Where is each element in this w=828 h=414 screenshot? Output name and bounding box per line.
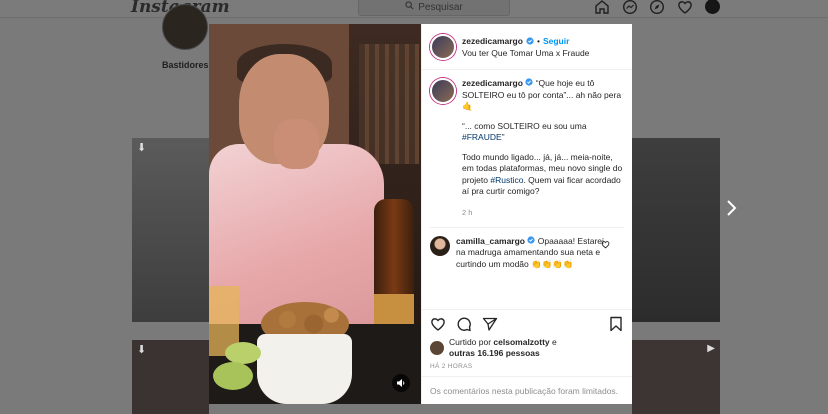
grid-post-tile[interactable]: ▶ (632, 340, 720, 414)
comment-item: camilla_camargo Opaaaaa! Estarei na madr… (430, 226, 624, 271)
grid-post-tile[interactable]: ⬇ (132, 340, 209, 414)
commenter-username[interactable]: camilla_camargo (456, 236, 525, 246)
hashtag-link[interactable]: #FRAUDE (462, 132, 502, 142)
messenger-icon[interactable] (622, 0, 638, 15)
story-highlight[interactable] (162, 4, 208, 50)
search-icon (405, 1, 414, 13)
home-icon[interactable] (594, 0, 610, 15)
play-icon: ▶ (707, 343, 715, 354)
next-arrow-icon[interactable] (724, 198, 738, 218)
post-modal: zezedicamargo • Seguir Vou ter Que Tomar… (209, 24, 632, 404)
likes-count-link[interactable]: outras 16.196 pessoas (449, 348, 540, 358)
profile-avatar[interactable] (705, 0, 720, 14)
likes-middle: e (549, 337, 557, 347)
hashtag-link[interactable]: #Rustico (490, 175, 523, 185)
post-timestamp: HÁ 2 HORAS (430, 363, 473, 370)
follow-button[interactable]: Seguir (543, 35, 569, 47)
post-caption: zezedicamargo “Que hoje eu tô SOLTEIRO e… (430, 78, 624, 206)
post-sidebar: zezedicamargo • Seguir Vou ter Que Tomar… (421, 24, 632, 404)
top-navigation-bar: Instagram Pesquisar (0, 0, 828, 18)
video-icon: ⬇ (137, 344, 147, 356)
comment-icon[interactable] (456, 316, 472, 332)
likes-prefix: Curtido por (449, 337, 494, 347)
highlight-label: Bastidores (162, 60, 209, 70)
heart-icon[interactable] (677, 0, 693, 15)
video-icon: ⬇ (137, 142, 147, 154)
liker-avatar[interactable] (430, 341, 444, 355)
save-icon[interactable] (608, 316, 624, 332)
caption-line-2: “... como SOLTEIRO eu sou uma (462, 120, 587, 131)
liker-username[interactable]: celsomalzotty (493, 337, 549, 347)
verified-icon (526, 36, 534, 45)
author-avatar[interactable] (430, 78, 456, 104)
verified-icon (525, 78, 533, 86)
search-input[interactable]: Pesquisar (358, 0, 510, 16)
commenter-avatar[interactable] (430, 235, 450, 256)
comments-section: zezedicamargo “Que hoje eu tô SOLTEIRO e… (422, 70, 632, 309)
comments-limited-notice: Os comentários nesta publicação foram li… (422, 376, 632, 404)
sound-icon[interactable] (392, 374, 410, 392)
caption-username[interactable]: zezedicamargo (462, 78, 523, 88)
audio-track-link[interactable]: Vou ter Que Tomar Uma x Fraude (462, 47, 589, 59)
post-header: zezedicamargo • Seguir Vou ter Que Tomar… (422, 24, 632, 70)
grid-post-tile[interactable]: ⬇ (132, 138, 209, 322)
author-username[interactable]: zezedicamargo (462, 35, 523, 47)
post-video[interactable] (209, 24, 421, 404)
explore-icon[interactable] (649, 0, 665, 15)
caption-time: 2 h (462, 207, 473, 217)
separator-dot: • (536, 35, 540, 46)
author-avatar[interactable] (430, 33, 456, 60)
search-placeholder: Pesquisar (418, 1, 463, 13)
comment-like-icon[interactable] (601, 240, 610, 249)
post-actions (422, 309, 632, 337)
likes-summary: Curtido por celsomalzotty e outras 16.19… (422, 337, 632, 359)
verified-icon (527, 235, 535, 244)
share-icon[interactable] (482, 316, 498, 332)
like-icon[interactable] (430, 316, 446, 332)
caption-line-2-end: ” (501, 132, 505, 142)
grid-post-tile[interactable] (632, 138, 720, 322)
